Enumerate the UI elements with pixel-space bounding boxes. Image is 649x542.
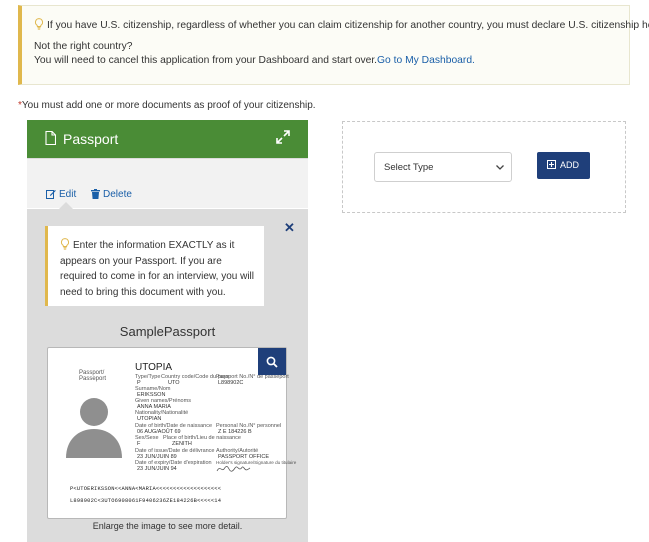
doe-value: 23 JUN/JUIN 94 xyxy=(137,466,177,472)
passport-tip-text: Enter the information EXACTLY as it appe… xyxy=(60,240,254,298)
edit-label: Edit xyxy=(59,189,77,200)
edit-button[interactable]: Edit xyxy=(46,189,76,200)
chevron-down-icon xyxy=(496,165,504,170)
passport-photo-silhouette xyxy=(66,398,122,458)
document-type-select-value: Select Type xyxy=(384,162,434,173)
mrz-line-1: P<UTOERIKSSON<<ANNA<MARIA<<<<<<<<<<<<<<<… xyxy=(70,486,222,492)
pob-value: ZENITH xyxy=(172,441,192,447)
sample-passport-title: SamplePassport xyxy=(119,324,216,339)
go-to-dashboard-link[interactable]: Go to My Dashboard. xyxy=(377,55,475,66)
passport-side-label: Passport/ Passeport xyxy=(79,370,107,382)
passport-no-value: L898902C xyxy=(218,380,244,386)
sex-value: F xyxy=(137,441,141,447)
add-document-label: ADD xyxy=(560,160,580,170)
lightbulb-icon xyxy=(34,18,44,30)
zoom-image-button[interactable] xyxy=(258,348,286,375)
passport-tip-content: Enter the information EXACTLY as it appe… xyxy=(60,238,260,300)
edit-icon xyxy=(46,190,56,199)
passport-card-header[interactable]: Passport xyxy=(27,120,308,158)
required-text: You must add one or more documents as pr… xyxy=(21,100,316,111)
notice-line-3-text: You will need to cancel this application… xyxy=(34,55,378,66)
passport-tip: Enter the information EXACTLY as it appe… xyxy=(45,226,264,306)
nationality-value: UTOPIAN xyxy=(137,416,162,422)
delete-button[interactable]: Delete xyxy=(91,189,132,200)
passport-country: UTOPIA xyxy=(135,362,173,373)
citizenship-notice: If you have U.S. citizenship, regardless… xyxy=(18,5,649,85)
notice-line-3: You will need to cancel this application… xyxy=(34,55,475,66)
sample-passport-image[interactable]: UTOPIA Passport/ Passeport Type/Type P C… xyxy=(47,347,296,519)
search-icon xyxy=(266,356,278,368)
document-type-select[interactable]: Select Type xyxy=(374,152,512,182)
required-documents-text: *You must add one or more documents as p… xyxy=(18,100,316,111)
passport-card-actions-bar xyxy=(27,158,308,208)
delete-label: Delete xyxy=(103,189,132,200)
enlarge-image-hint: Enlarge the image to see more detail. xyxy=(92,521,243,531)
notice-line-1-text: If you have U.S. citizenship, regardless… xyxy=(47,20,649,31)
passport-card-title: Passport xyxy=(63,131,119,147)
holder-signature xyxy=(216,465,251,472)
expand-icon[interactable] xyxy=(276,130,290,144)
close-icon[interactable]: ✕ xyxy=(284,220,295,236)
plus-square-icon xyxy=(547,160,556,169)
passport-card-actions: Edit Delete xyxy=(46,189,144,200)
mrz-line-2: L898902C<3UTO6908061F9406236ZE184226B<<<… xyxy=(70,498,222,504)
lightbulb-icon xyxy=(60,238,70,250)
notice-line-1: If you have U.S. citizenship, regardless… xyxy=(34,18,649,31)
document-icon xyxy=(45,131,56,145)
trash-icon xyxy=(91,189,101,199)
add-document-button[interactable]: ADD xyxy=(537,152,590,179)
notice-line-2: Not the right country? xyxy=(34,41,133,52)
